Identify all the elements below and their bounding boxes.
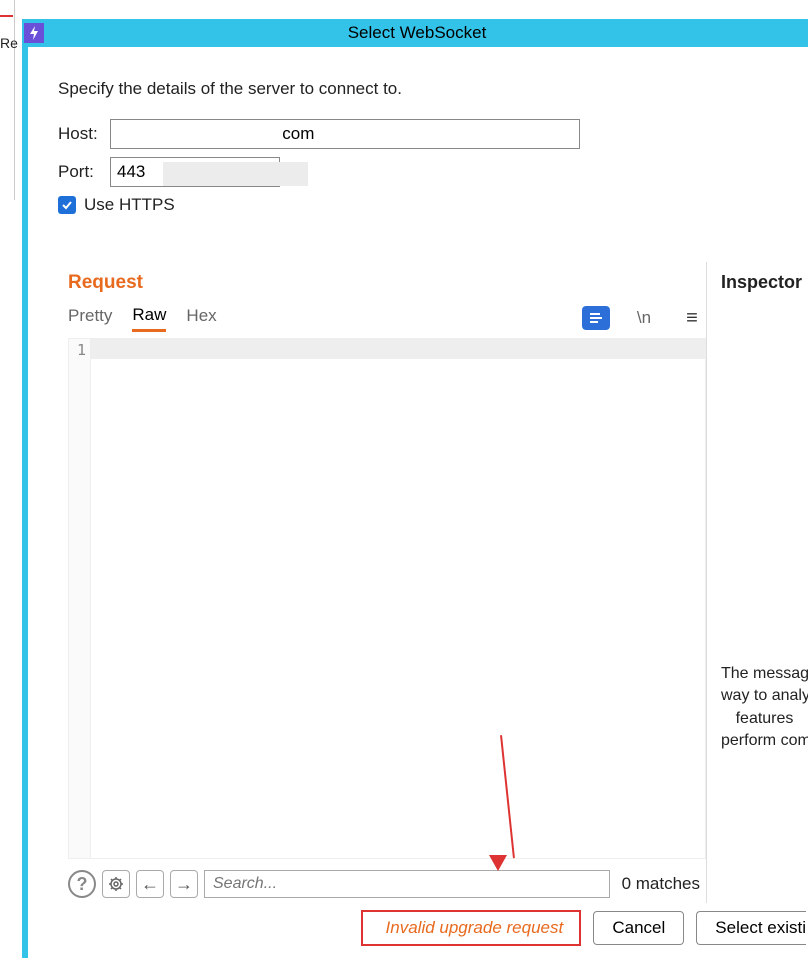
error-message: Invalid upgrade request	[361, 910, 581, 946]
titlebar: Select WebSocket	[22, 19, 808, 47]
tab-hex[interactable]: Hex	[186, 306, 216, 330]
inspector-heading: Inspector	[721, 272, 808, 293]
match-count: 0 matches	[622, 874, 700, 894]
port-label: Port:	[58, 162, 110, 182]
inspector-description: The message way to analy features perfor…	[721, 663, 808, 753]
format-icon[interactable]	[582, 306, 610, 330]
help-icon[interactable]: ?	[68, 870, 96, 898]
gear-icon[interactable]	[102, 870, 130, 898]
tab-raw[interactable]: Raw	[132, 305, 166, 332]
hamburger-menu-icon[interactable]: ≡	[678, 306, 706, 330]
intro-text: Specify the details of the server to con…	[58, 79, 778, 99]
websocket-bolt-icon	[24, 23, 44, 43]
next-button[interactable]: →	[170, 870, 198, 898]
use-https-label: Use HTTPS	[84, 195, 175, 215]
select-existing-button[interactable]: Select existi	[696, 911, 806, 945]
newline-toggle-icon[interactable]: \n	[630, 306, 658, 330]
host-input[interactable]	[110, 119, 580, 149]
dialog-title: Select WebSocket	[44, 23, 808, 43]
search-input[interactable]	[204, 870, 610, 898]
port-input[interactable]	[110, 157, 280, 187]
request-heading: Request	[68, 272, 706, 294]
background-window-fragment: Re	[0, 0, 15, 200]
use-https-checkbox[interactable]	[58, 196, 76, 214]
prev-button[interactable]: ←	[136, 870, 164, 898]
request-editor[interactable]: 1	[68, 338, 706, 859]
editor-gutter: 1	[69, 339, 91, 858]
tab-pretty[interactable]: Pretty	[68, 306, 112, 330]
host-label: Host:	[58, 124, 110, 144]
cancel-button[interactable]: Cancel	[593, 911, 684, 945]
